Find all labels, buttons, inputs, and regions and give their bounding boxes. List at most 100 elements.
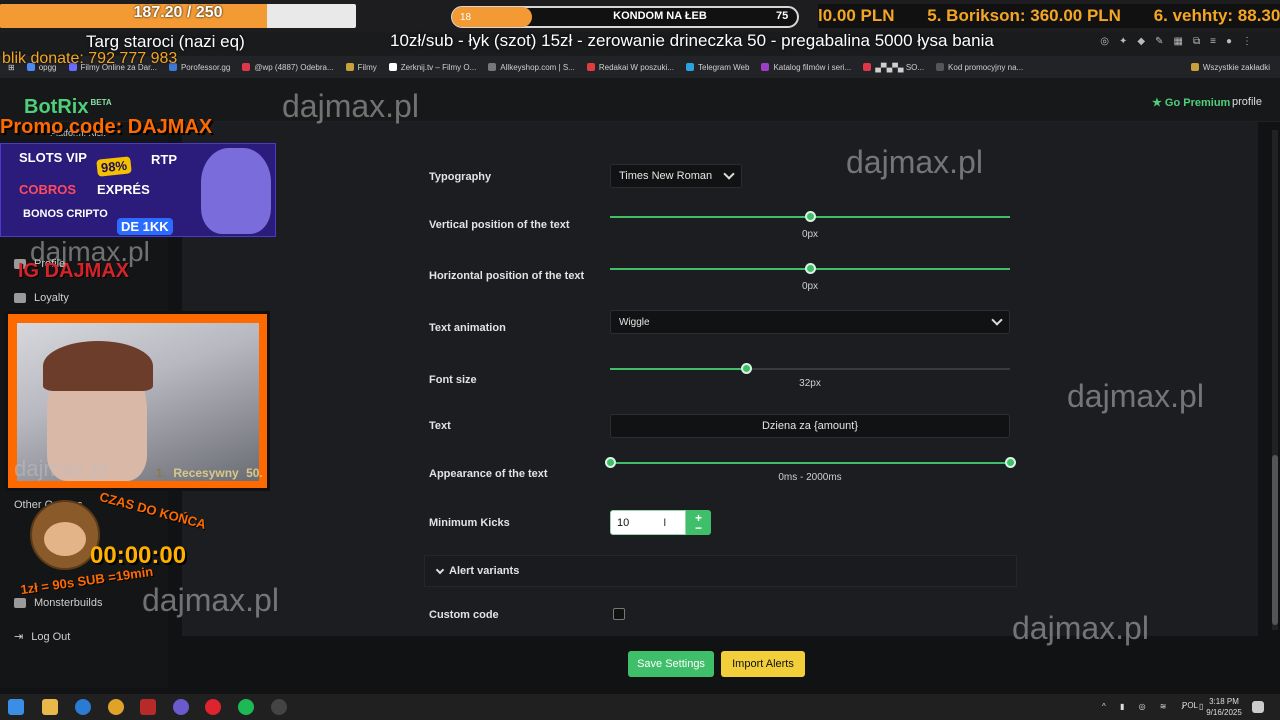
minimum-kicks-value: 10 — [617, 516, 630, 529]
custom-code-checkbox[interactable] — [613, 608, 625, 620]
rank-number: 1. — [156, 466, 167, 480]
typography-value: Times New Roman — [619, 170, 713, 182]
sidebar-item-logout[interactable]: ⇥ Log Out — [14, 630, 70, 644]
casino-ad-banner: SLOTS VIP 98% RTP COBROS EXPRÉS BONOS CR… — [0, 143, 276, 237]
spotify-icon[interactable] — [238, 699, 254, 715]
vertical-position-slider[interactable] — [805, 211, 816, 222]
bookmark-icon — [388, 63, 397, 71]
bookmark-icon — [1190, 63, 1199, 71]
extension-icon[interactable]: ✦ — [1119, 36, 1127, 47]
text-animation-value: Wiggle — [619, 316, 650, 328]
bookmark-item[interactable]: Redakai W poszuki... — [581, 63, 680, 72]
opera-icon[interactable] — [205, 699, 221, 715]
scrollbar-thumb[interactable] — [1272, 455, 1278, 625]
text-animation-select[interactable]: Wiggle — [610, 310, 1010, 334]
horizontal-position-label: Horizontal position of the text — [429, 270, 585, 282]
watermark: dajmax.pl — [1012, 610, 1149, 646]
bookmark-label: Katalog filmów i seri... — [773, 62, 852, 72]
obs-icon[interactable] — [271, 699, 287, 715]
alert-text-input[interactable]: Dziena za {amount} — [610, 414, 1010, 438]
screen: ◎ ✦ ◆ ✎ ▦ ⧉ ≡ ● ⋮ ⊞ opgg Filmy Online za … — [0, 0, 1280, 720]
minimum-kicks-input[interactable]: 10 I — [610, 510, 686, 535]
start-icon[interactable] — [8, 699, 24, 715]
bookmark-label: Wszystkie zakładki — [1202, 62, 1270, 72]
bookmark-item[interactable]: @wp (4887) Odebra... — [236, 63, 339, 72]
bookmark-label: Allkeyshop.com | S... — [500, 62, 575, 72]
minimum-kicks-label: Minimum Kicks — [429, 517, 510, 529]
windows-taskbar — [0, 694, 1280, 720]
app-icon[interactable] — [140, 699, 156, 715]
chevron-down-icon — [723, 168, 735, 180]
trophy-icon — [14, 293, 26, 303]
quantity-stepper[interactable]: + − — [686, 510, 711, 535]
horizontal-position-fill — [610, 268, 810, 270]
notification-icon[interactable] — [1252, 701, 1264, 713]
chrome-icon[interactable] — [108, 699, 124, 715]
font-size-value: 32px — [799, 378, 821, 389]
top-viewer-rank: 1. Recesywny 50. — [156, 466, 263, 480]
chevron-down-icon — [991, 314, 1003, 326]
bookmark-icon — [761, 63, 770, 71]
watermark: dajmax.pl — [846, 144, 983, 180]
bookmark-item[interactable]: Allkeyshop.com | S... — [482, 63, 581, 72]
go-premium-link[interactable]: ★ Go Premium — [1152, 96, 1230, 109]
bookmark-label: Zerknij.tv – Filmy O... — [400, 62, 477, 72]
extension-icon[interactable]: ✎ — [1155, 36, 1163, 47]
appearance-value: 0ms - 2000ms — [778, 472, 842, 483]
text-cursor-icon: I — [663, 516, 667, 529]
bookmark-label: Telegram Web — [698, 62, 750, 72]
appearance-max-slider[interactable] — [1005, 457, 1016, 468]
bookmark-icon — [586, 63, 595, 71]
bookmark-label: Porofessor.gg — [180, 62, 231, 72]
donor-entry: 5. Borikson: 360.00 PLN — [927, 6, 1121, 25]
bookmark-item[interactable]: Filmy — [340, 63, 383, 72]
browser-icon[interactable] — [75, 699, 91, 715]
extension-icon[interactable]: ◆ — [1137, 36, 1145, 47]
clock-date: 9/16/2025 — [1206, 708, 1242, 717]
bookmark-item[interactable]: Zerknij.tv – Filmy O... — [383, 63, 483, 72]
bookmark-item[interactable]: Wszystkie zakładki — [1185, 63, 1280, 72]
sidebar-item-monsterbuilds[interactable]: Monsterbuilds — [14, 597, 102, 609]
font-size-label: Font size — [429, 374, 477, 386]
extension-icon[interactable]: ◎ — [1100, 36, 1109, 47]
bookmark-icon — [686, 63, 694, 71]
bookmark-icon — [863, 63, 872, 71]
bookmark-icon — [936, 63, 945, 71]
sidebar-item-loyalty[interactable]: Loyalty — [14, 292, 69, 304]
watermark: dajmax.pl — [30, 236, 150, 267]
import-alerts-button[interactable]: Import Alerts — [721, 651, 805, 677]
menu-icon[interactable]: ⋮ — [1242, 36, 1252, 47]
font-size-fill — [610, 368, 746, 370]
bookmark-label: Filmy — [357, 62, 377, 72]
font-size-slider[interactable] — [741, 363, 752, 374]
decrement-button[interactable]: − — [695, 522, 702, 534]
streamer-hair — [43, 341, 153, 391]
promo-code-text: Promo code: DAJMAX — [0, 116, 213, 138]
overlay-subtitle-main: 10zł/sub - łyk (szot) 15zł - zerowanie d… — [390, 31, 994, 50]
discord-icon[interactable] — [173, 699, 189, 715]
alert-variants-toggle[interactable]: Alert variants — [424, 555, 1017, 587]
custom-code-label: Custom code — [429, 609, 499, 621]
vote-pill-title: KONDOM NA ŁEB — [613, 10, 707, 22]
bookmark-item[interactable]: Telegram Web — [680, 63, 755, 72]
horizontal-position-slider[interactable] — [805, 263, 816, 274]
puzzle-icon[interactable]: ⧉ — [1193, 36, 1200, 47]
language-indicator[interactable]: POL — [1182, 701, 1198, 710]
bookmark-item[interactable]: ▄▀▄▀▄ SO... — [857, 63, 930, 72]
appearance-min-slider[interactable] — [605, 457, 616, 468]
ad-line: COBROS — [19, 182, 77, 197]
bookmark-item[interactable]: Katalog filmów i seri... — [755, 63, 857, 72]
taskbar-clock[interactable]: 3:18 PM 9/16/2025 — [1206, 696, 1242, 718]
queue-icon[interactable]: ≡ — [1210, 36, 1216, 47]
bookmark-label: ▄▀▄▀▄ SO... — [875, 62, 925, 72]
file-explorer-icon[interactable] — [42, 699, 58, 715]
vote-pill-left: 18 — [452, 7, 532, 27]
bookmark-item[interactable]: Kod promocyjny na... — [930, 63, 1029, 72]
donor-entry: 6. vehhty: 88.30 PLN — [1153, 6, 1280, 25]
typography-select[interactable]: Times New Roman — [610, 164, 742, 188]
profile-link[interactable]: profile — [1232, 96, 1262, 108]
save-settings-button[interactable]: Save Settings — [628, 651, 714, 677]
logout-icon: ⇥ — [14, 631, 24, 643]
extension-icon[interactable]: ▦ — [1174, 36, 1183, 47]
account-icon[interactable]: ● — [1226, 36, 1232, 47]
